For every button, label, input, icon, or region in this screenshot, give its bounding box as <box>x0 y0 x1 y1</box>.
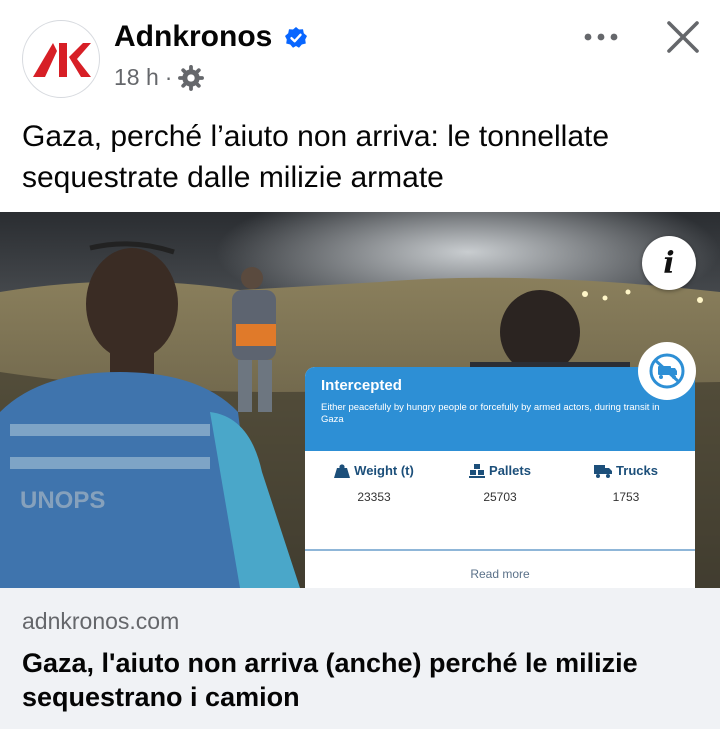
post-caption: Gaza, perché l’aiuto non arriva: le tonn… <box>22 120 610 194</box>
stat-value: 1753 <box>612 490 640 504</box>
weight-icon <box>334 463 351 478</box>
link-title[interactable]: Gaza, l'aiuto non arriva (anche) perché … <box>22 646 692 714</box>
stat-label: Weight (t) <box>354 463 414 478</box>
more-options-button[interactable] <box>576 20 626 54</box>
adnkronos-logo-icon <box>33 43 91 77</box>
stat-trucks: Trucks 1753 <box>571 463 681 504</box>
link-domain: adnkronos.com <box>22 608 180 634</box>
card-stats: Weight (t) 23353 Pallets 25703 Trucks 17… <box>305 463 695 504</box>
vest-text: UNOPS <box>20 487 105 514</box>
page-avatar[interactable] <box>22 20 100 98</box>
no-truck-icon <box>649 353 685 389</box>
no-truck-badge <box>638 342 696 400</box>
post-header: Adnkronos 18 h · <box>0 0 720 110</box>
pallets-icon <box>469 463 486 478</box>
post-time[interactable]: 18 h <box>114 64 159 91</box>
more-dots-icon <box>584 33 618 41</box>
meta-separator: · <box>164 64 173 90</box>
stat-label: Trucks <box>616 463 658 478</box>
truck-icon <box>594 464 613 478</box>
gear-icon[interactable] <box>178 64 205 91</box>
card-header: Intercepted Either peacefully by hungry … <box>305 367 695 451</box>
card-title: Intercepted <box>321 377 402 394</box>
stat-value: 25703 <box>483 490 517 504</box>
stat-weight: Weight (t) 23353 <box>319 463 429 504</box>
stat-value: 23353 <box>357 490 391 504</box>
verified-badge-icon <box>285 27 307 48</box>
stat-pallets: Pallets 25703 <box>445 463 555 504</box>
link-preview[interactable]: adnkronos.com Gaza, l'aiuto non arriva (… <box>0 588 720 729</box>
read-more-link[interactable]: Read more <box>305 567 695 581</box>
intercepted-card: Intercepted Either peacefully by hungry … <box>305 367 695 588</box>
post-image[interactable]: UNOPS i Intercepted Either peacefully by… <box>0 212 720 588</box>
post-meta: 18 h · <box>114 64 205 91</box>
card-divider <box>305 549 695 551</box>
stat-label: Pallets <box>489 463 531 478</box>
page-name[interactable]: Adnkronos <box>114 20 272 54</box>
card-description: Either peacefully by hungry people or fo… <box>321 402 660 425</box>
close-icon[interactable] <box>660 14 706 60</box>
info-button[interactable]: i <box>642 236 696 290</box>
